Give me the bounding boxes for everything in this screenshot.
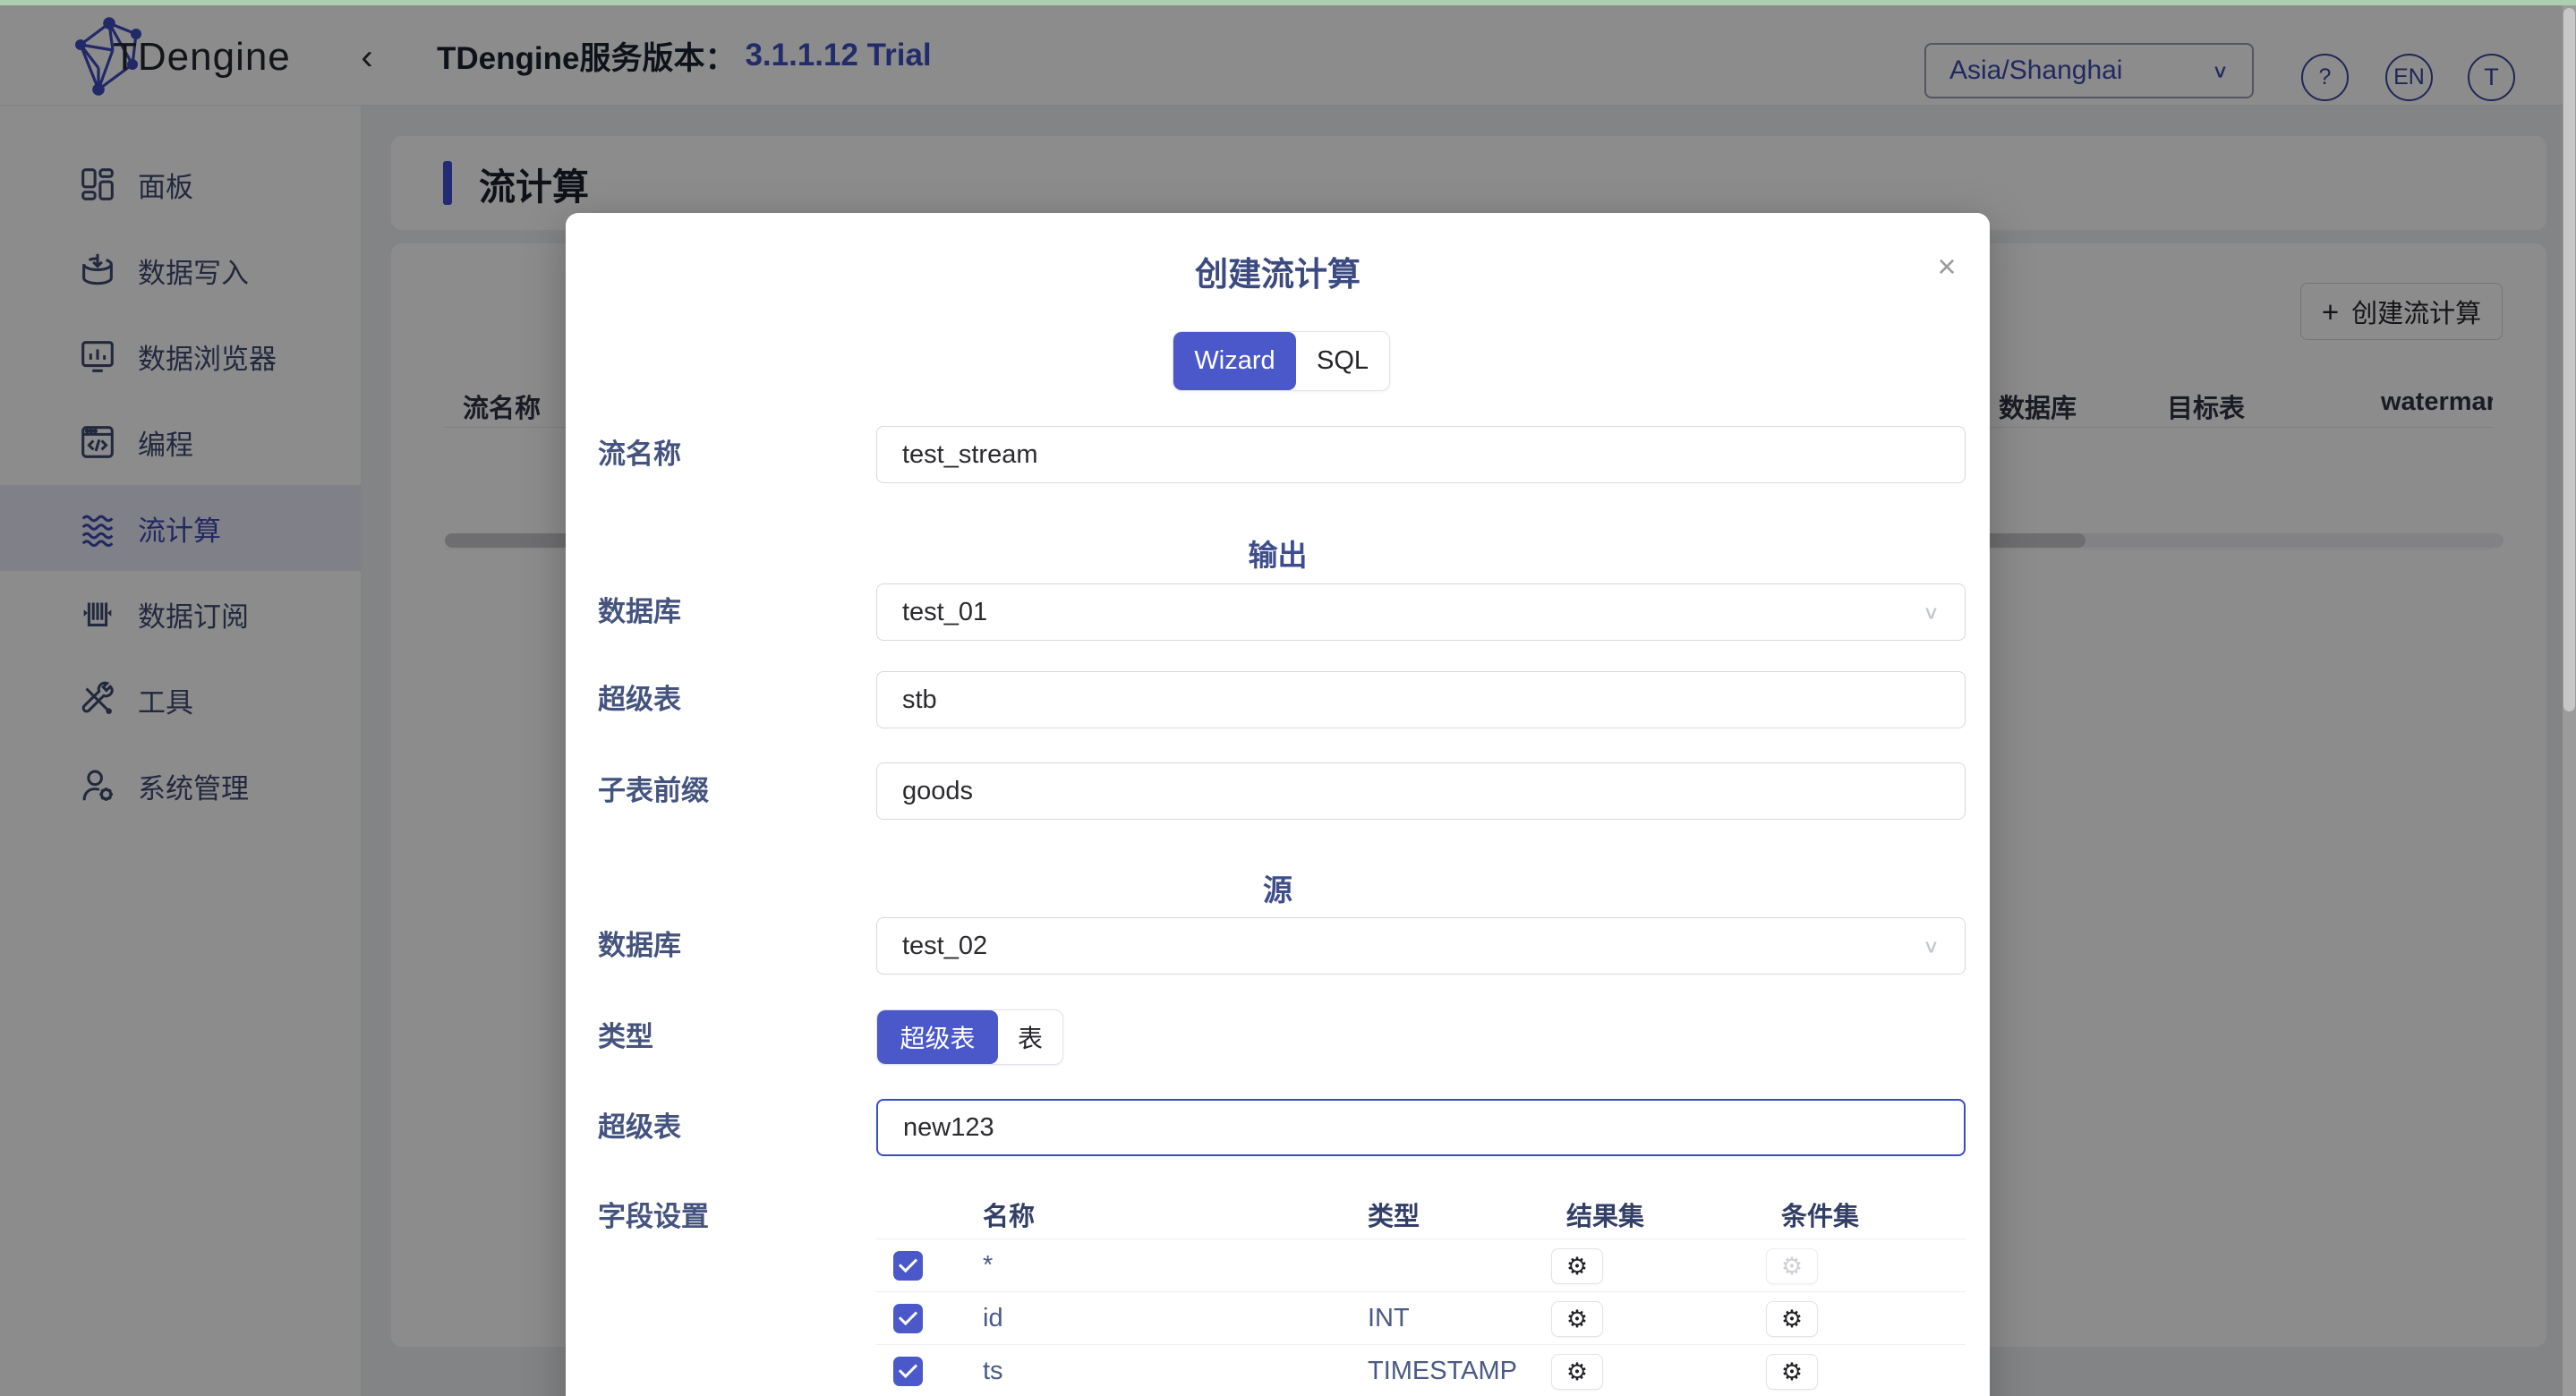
field-checkbox[interactable] (893, 1251, 923, 1281)
source-stable-input[interactable] (876, 1099, 1966, 1156)
field-checkbox[interactable] (893, 1357, 923, 1386)
vertical-scrollbar[interactable] (2563, 5, 2576, 1396)
field-type: INT (1368, 1292, 1410, 1345)
condition-set-gear-button[interactable]: ⚙ (1766, 1301, 1818, 1337)
gear-icon: ⚙ (1566, 1358, 1588, 1386)
chevron-down-icon: ∨ (1923, 601, 1940, 624)
fields-settings-label: 字段设置 (598, 1196, 709, 1239)
stream-name-input[interactable] (876, 426, 1966, 483)
result-set-gear-button[interactable]: ⚙ (1551, 1301, 1603, 1337)
source-stable-label: 超级表 (598, 1099, 681, 1156)
subtable-prefix-input[interactable] (876, 762, 1966, 820)
result-set-gear-button[interactable]: ⚙ (1551, 1354, 1603, 1390)
result-set-gear-button[interactable]: ⚙ (1551, 1248, 1603, 1284)
output-stable-label: 超级表 (598, 671, 681, 728)
output-db-label: 数据库 (598, 583, 681, 641)
fields-col-name: 名称 (983, 1196, 1035, 1239)
gear-icon: ⚙ (1781, 1253, 1803, 1281)
output-stable-input[interactable] (876, 671, 1966, 728)
output-db-select[interactable]: test_01 ∨ (876, 583, 1966, 641)
gear-icon: ⚙ (1566, 1306, 1588, 1333)
mode-tabs: Wizard SQL (1173, 331, 1390, 391)
field-name: ts (983, 1345, 1003, 1396)
close-icon: × (1937, 248, 1956, 285)
condition-set-gear-button: ⚙ (1766, 1248, 1818, 1284)
output-db-value: test_01 (902, 598, 987, 627)
fields-col-condition: 条件集 (1781, 1196, 1859, 1239)
chevron-down-icon: ∨ (1923, 935, 1940, 958)
section-output: 输出 (566, 532, 1990, 575)
section-source: 源 (566, 866, 1990, 909)
top-strip (0, 0, 2576, 5)
source-db-label: 数据库 (598, 917, 681, 975)
field-name: id (983, 1292, 1003, 1345)
stream-name-label: 流名称 (598, 426, 681, 483)
field-type: TIMESTAMP (1368, 1345, 1517, 1396)
field-checkbox[interactable] (893, 1304, 923, 1333)
source-type-label: 类型 (598, 1009, 653, 1065)
app-screen: TDengine ‹ TDengine服务版本： 3.1.1.12 Trial … (0, 0, 2576, 1396)
tab-wizard[interactable]: Wizard (1173, 332, 1296, 390)
field-name: * (983, 1239, 993, 1292)
source-type-toggle: 超级表 表 (876, 1009, 1063, 1065)
gear-icon: ⚙ (1566, 1253, 1588, 1281)
create-stream-modal: 创建流计算 × Wizard SQL 流名称 输出 数据库 test_01 ∨ … (566, 213, 1990, 1396)
tab-sql[interactable]: SQL (1296, 332, 1389, 390)
subtable-prefix-label: 子表前缀 (598, 762, 709, 820)
field-row-id: id INT ⚙ ⚙ (876, 1292, 1966, 1345)
field-row-ts: ts TIMESTAMP ⚙ ⚙ (876, 1345, 1966, 1396)
source-db-select[interactable]: test_02 ∨ (876, 917, 1966, 975)
condition-set-gear-button[interactable]: ⚙ (1766, 1354, 1818, 1390)
source-db-value: test_02 (902, 932, 987, 961)
gear-icon: ⚙ (1781, 1358, 1803, 1386)
fields-col-type: 类型 (1368, 1196, 1420, 1239)
vertical-scrollbar-thumb[interactable] (2563, 8, 2575, 711)
modal-title: 创建流计算 (566, 247, 1990, 295)
fields-col-result: 结果集 (1566, 1196, 1644, 1239)
field-row-star: * ⚙ ⚙ (876, 1239, 1966, 1292)
modal-close-button[interactable]: × (1929, 249, 1965, 285)
type-option-table[interactable]: 表 (998, 1010, 1062, 1064)
type-option-stable[interactable]: 超级表 (877, 1010, 998, 1064)
gear-icon: ⚙ (1781, 1306, 1803, 1333)
